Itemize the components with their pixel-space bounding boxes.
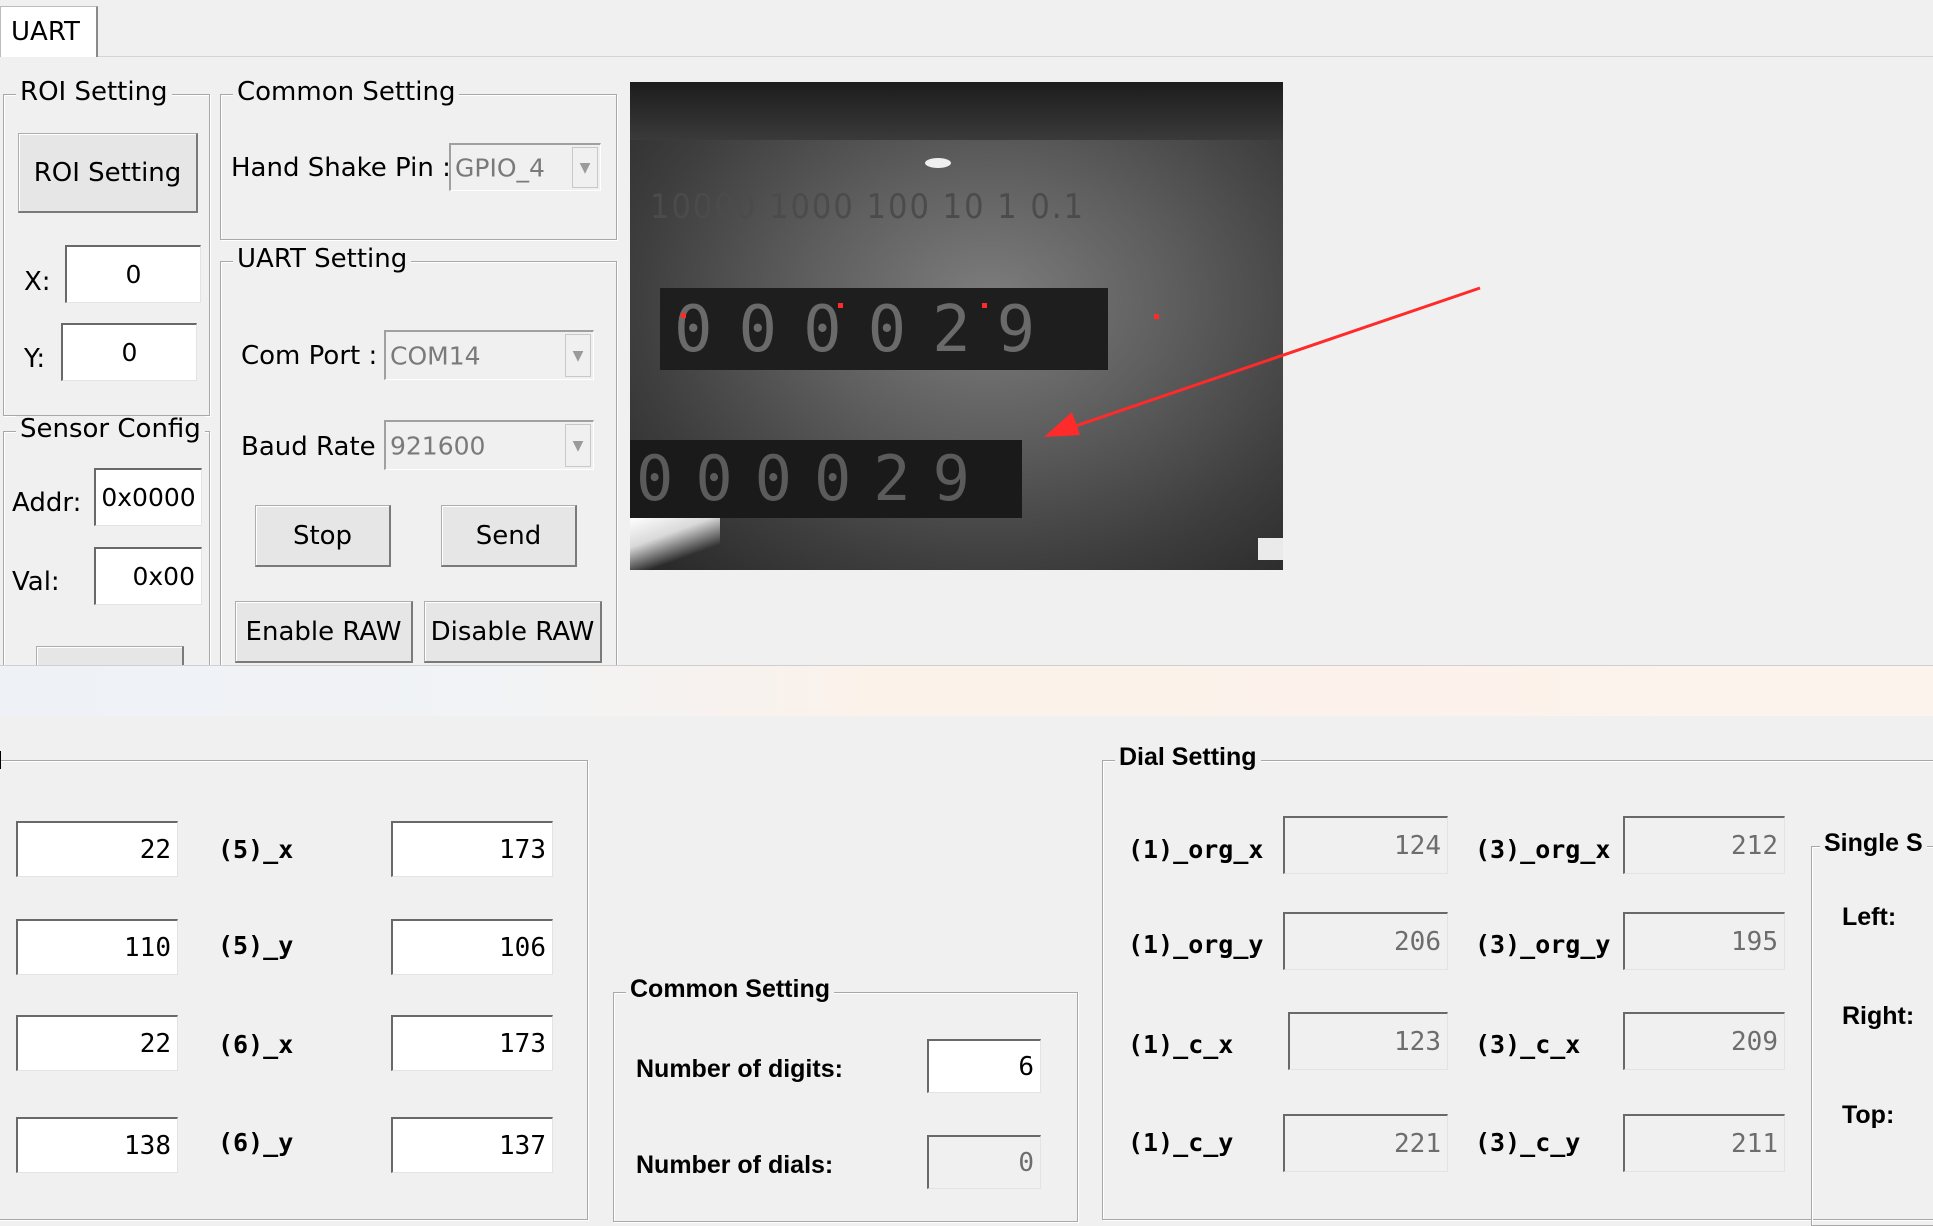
sensor-addr-input[interactable]: 0x0000 (94, 468, 202, 526)
common-setting-group-label: Common Setting (233, 79, 460, 105)
dial-label-3: (3)_org_x (1475, 835, 1611, 864)
coord-label: (5)_y (218, 931, 294, 960)
coord-label: (5)_x (218, 835, 294, 864)
number-of-dials-label: Number of dials: (636, 1151, 834, 1179)
coord-left-input[interactable]: 138 (16, 1117, 178, 1173)
annotation-arrow-icon (1044, 286, 1481, 437)
single-right-label: Right: (1842, 1002, 1915, 1030)
coord-left-input[interactable]: 22 (16, 1015, 178, 1071)
single-top-label: Top: (1842, 1101, 1895, 1129)
preview-lower-digits: 000029 (636, 442, 992, 515)
com-port-value: COM14 (390, 341, 481, 370)
baud-rate-select[interactable]: 921600 ▼ (384, 420, 594, 470)
uart-setting-group-label: UART Setting (233, 246, 412, 272)
send-button[interactable]: Send (441, 505, 577, 567)
tab-strip-line (0, 56, 1933, 57)
dial-setting-group-label: Dial Setting (1115, 745, 1261, 770)
preview-right-glare (1258, 538, 1283, 560)
chevron-down-icon[interactable]: ▼ (572, 147, 598, 188)
dial-label-1: (1)_org_y (1128, 930, 1264, 959)
dial-value-3[interactable]: 212 (1623, 816, 1785, 874)
roi-marker-dot (681, 313, 686, 318)
sensor-addr-label: Addr: (12, 488, 82, 518)
dial-label-1: (1)_c_y (1128, 1128, 1234, 1157)
coordinates-group-label-stub (0, 751, 1, 769)
coord-label: (6)_y (218, 1128, 294, 1157)
stop-button[interactable]: Stop (255, 505, 391, 567)
preview-upper-digits: 000029 (674, 293, 1062, 367)
uart-setting-group: UART Setting Com Port : COM14 ▼ Baud Rat… (220, 246, 617, 671)
dial-value-3[interactable]: 209 (1623, 1012, 1785, 1070)
preview-top-band (630, 82, 1283, 140)
dial-value-1[interactable]: 206 (1283, 912, 1448, 970)
single-setting-group-label: Single S (1820, 831, 1927, 856)
roi-setting-button[interactable]: ROI Setting (18, 133, 198, 213)
dial-label-3: (3)_c_x (1475, 1030, 1581, 1059)
coord-left-input[interactable]: 110 (16, 919, 178, 975)
common-setting-bottom-group: Common Setting Number of digits: 6 Numbe… (613, 977, 1078, 1222)
roi-setting-group-label: ROI Setting (16, 79, 172, 105)
handshake-pin-select[interactable]: GPIO_4 ▼ (449, 143, 601, 191)
common-setting-bottom-label: Common Setting (626, 977, 834, 1002)
sensor-config-group-label: Sensor Config (16, 416, 205, 442)
baud-rate-value: 921600 (390, 431, 486, 460)
coord-right-input[interactable]: 173 (391, 1015, 553, 1071)
common-setting-group: Common Setting Hand Shake Pin : GPIO_4 ▼ (220, 79, 617, 240)
roi-setting-group: ROI Setting ROI Setting X: 0 Y: 0 (3, 79, 210, 416)
number-of-digits-input[interactable]: 6 (927, 1039, 1041, 1093)
disable-raw-button[interactable]: Disable RAW (424, 601, 602, 663)
chevron-down-icon[interactable]: ▼ (565, 334, 591, 377)
coord-label: (6)_x (218, 1030, 294, 1059)
coord-right-input[interactable]: 106 (391, 919, 553, 975)
preview-dial-scale: 10000 1000 100 10 1 0.1 (650, 187, 1086, 227)
preview-glare (925, 158, 951, 168)
roi-y-label: Y: (24, 344, 46, 374)
number-of-dials-input[interactable]: 0 (927, 1135, 1041, 1189)
chevron-down-icon[interactable]: ▼ (565, 424, 591, 467)
com-port-select[interactable]: COM14 ▼ (384, 330, 594, 380)
roi-marker-dot (982, 303, 987, 308)
bottom-window: 22 (5)_x 173 110 (5)_y 106 22 (6)_x 173 … (0, 716, 1933, 1226)
number-of-digits-label: Number of digits: (636, 1055, 843, 1083)
roi-marker-dot (838, 303, 843, 308)
coord-left-input[interactable]: 22 (16, 821, 178, 877)
single-left-label: Left: (1842, 903, 1897, 931)
dial-label-3: (3)_c_y (1475, 1128, 1581, 1157)
dial-value-1[interactable]: 221 (1283, 1114, 1448, 1172)
handshake-pin-label: Hand Shake Pin : (231, 153, 451, 183)
dial-value-1[interactable]: 124 (1283, 816, 1448, 874)
dial-label-3: (3)_org_y (1475, 930, 1611, 959)
enable-raw-button[interactable]: Enable RAW (235, 601, 413, 663)
coord-right-input[interactable]: 173 (391, 821, 553, 877)
coord-right-input[interactable]: 137 (391, 1117, 553, 1173)
dial-label-1: (1)_c_x (1128, 1030, 1234, 1059)
roi-x-input[interactable]: 0 (65, 245, 201, 303)
tab-uart[interactable]: UART (0, 6, 98, 57)
preview-bottom-glare (630, 518, 720, 570)
handshake-pin-value: GPIO_4 (455, 153, 545, 182)
com-port-label: Com Port : (241, 341, 378, 371)
top-window: UART ROI Setting ROI Setting X: 0 Y: 0 S… (0, 0, 1933, 686)
dial-value-3[interactable]: 211 (1623, 1114, 1785, 1172)
dial-value-3[interactable]: 195 (1623, 912, 1785, 970)
sensor-val-input[interactable]: 0x00 (94, 547, 202, 605)
window-separator (0, 665, 1933, 716)
dial-value-1[interactable]: 123 (1288, 1012, 1448, 1070)
dial-label-1: (1)_org_x (1128, 835, 1264, 864)
tab-uart-label: UART (11, 17, 80, 47)
roi-x-label: X: (24, 267, 51, 297)
sensor-val-label: Val: (12, 567, 60, 597)
sensor-config-group: Sensor Config Addr: 0x0000 Val: 0x00 (3, 416, 210, 686)
roi-y-input[interactable]: 0 (61, 323, 197, 381)
single-setting-group: Single S Left: Right: Top: (1811, 831, 1933, 1226)
baud-rate-label: Baud Rate (241, 432, 376, 462)
